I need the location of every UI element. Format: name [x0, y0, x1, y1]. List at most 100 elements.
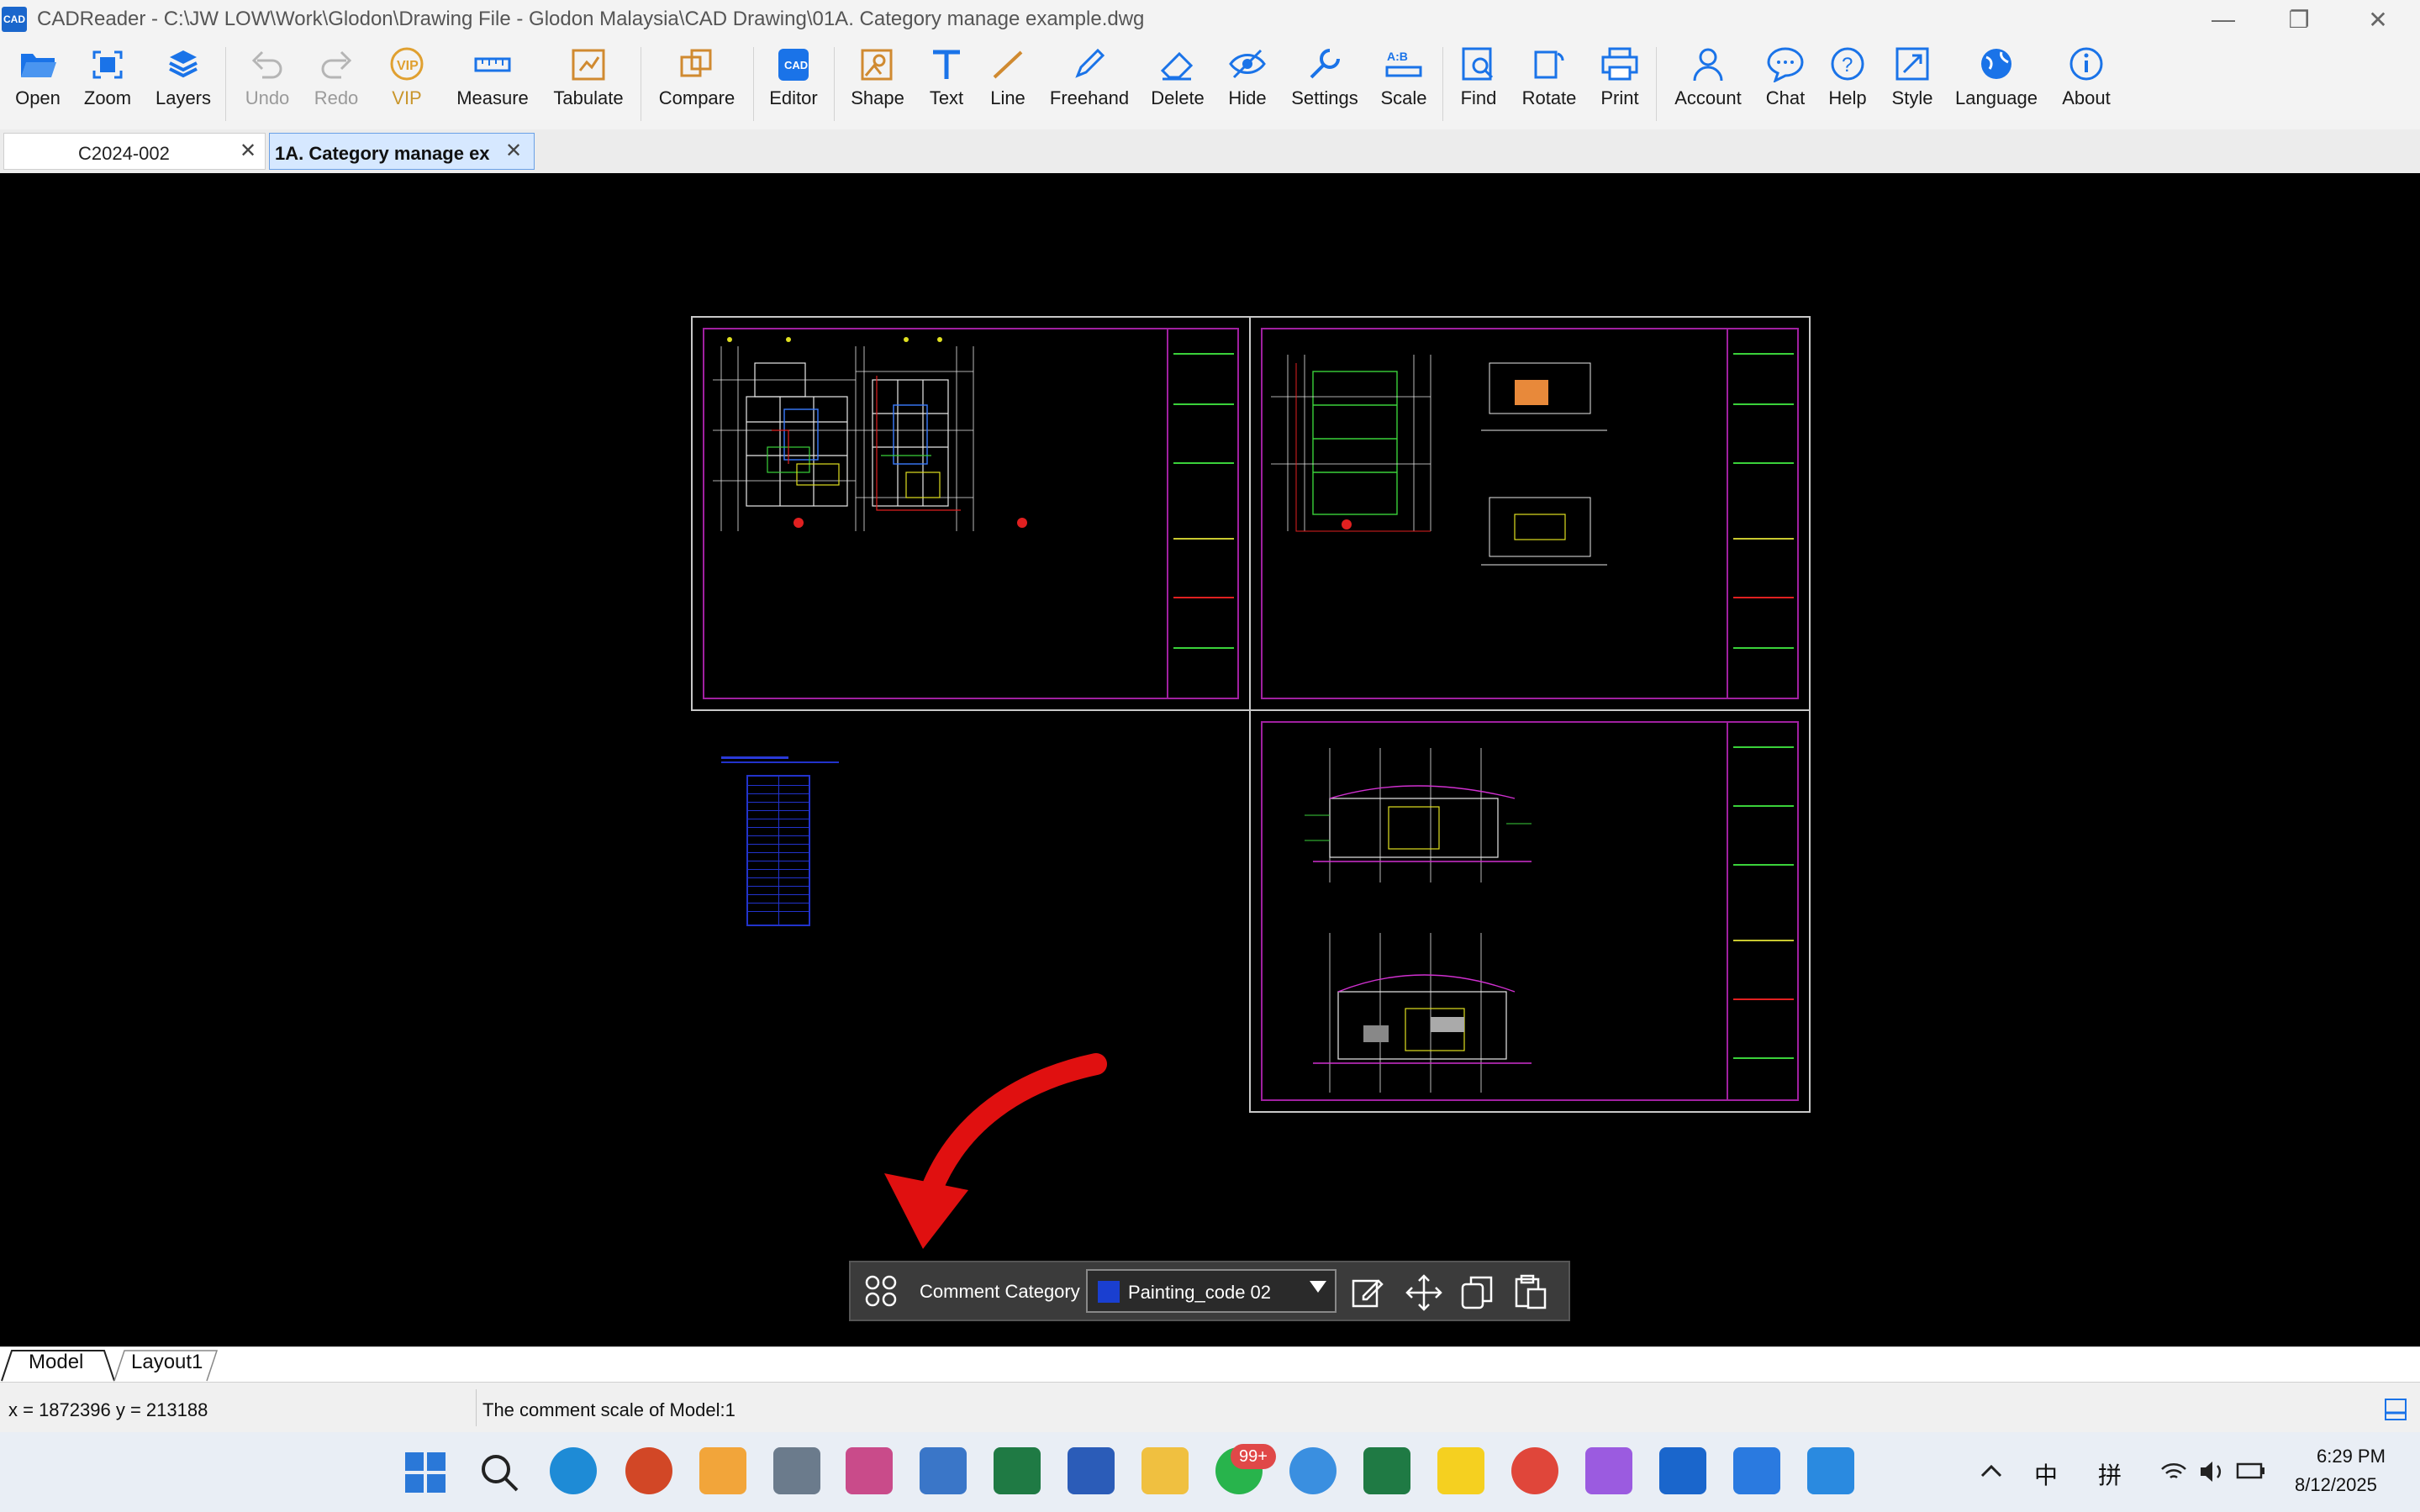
- clock-date[interactable]: 8/12/2025: [2295, 1474, 2377, 1496]
- editor-icon: CAD: [778, 49, 809, 81]
- print-button[interactable]: Print: [1590, 39, 1649, 129]
- freehand-button[interactable]: Freehand: [1042, 39, 1136, 129]
- open-label: Open: [15, 87, 61, 108]
- help-icon: ?: [1831, 47, 1864, 81]
- minimize-button[interactable]: —: [2185, 0, 2261, 39]
- restore-button[interactable]: ❐: [2261, 0, 2337, 39]
- settings-icon: [1310, 49, 1340, 79]
- category-legend-table: [746, 775, 810, 926]
- glodon-app-icon[interactable]: [1733, 1447, 1780, 1494]
- open-button[interactable]: Open: [8, 39, 67, 129]
- chevron-up-icon[interactable]: [1979, 1459, 2004, 1484]
- edge-browser-icon[interactable]: [550, 1447, 597, 1494]
- tab-c2024-002[interactable]: C2024-002 ✕: [3, 133, 266, 170]
- category-table-underline: [721, 761, 839, 763]
- redo-button[interactable]: Redo: [304, 39, 368, 129]
- wifi-icon[interactable]: [2159, 1459, 2189, 1484]
- editor-button[interactable]: CAD Editor: [762, 39, 825, 129]
- window-title: CADReader - C:\JW LOW\Work\Glodon\Drawin…: [37, 8, 1145, 30]
- chat-button[interactable]: Chat: [1758, 39, 1812, 129]
- drawing-sheet-floor-plans: [691, 316, 1251, 711]
- drawing-canvas[interactable]: [0, 173, 2420, 1346]
- measure-label: Measure: [456, 87, 529, 108]
- text-button[interactable]: Text: [916, 39, 977, 129]
- move-icon[interactable]: [1405, 1274, 1442, 1311]
- undo-button[interactable]: Undo: [235, 39, 299, 129]
- style-button[interactable]: Style: [1883, 39, 1942, 129]
- toolbar-separator: [834, 47, 835, 121]
- category-color-swatch: [1098, 1281, 1120, 1303]
- compare-button[interactable]: Compare: [651, 39, 743, 129]
- line-button[interactable]: Line: [978, 39, 1037, 129]
- pinyin-indicator[interactable]: 拼: [2098, 1457, 2122, 1491]
- paste-icon[interactable]: [1513, 1274, 1550, 1311]
- sticky-notes-icon[interactable]: [1437, 1447, 1484, 1494]
- close-window-button[interactable]: ✕: [2340, 0, 2416, 39]
- cadreader-taskbar-icon[interactable]: [1659, 1447, 1706, 1494]
- tab-layout1[interactable]: Layout1: [131, 1351, 203, 1381]
- scale-icon: A:B: [1385, 50, 1422, 77]
- tab-category-manage[interactable]: 1A. Category manage ex ✕: [269, 133, 535, 170]
- rotate-label: Rotate: [1521, 87, 1577, 108]
- project-app-icon[interactable]: [1363, 1447, 1410, 1494]
- account-button[interactable]: Account: [1668, 39, 1748, 129]
- style-label: Style: [1891, 87, 1933, 108]
- notepad-icon[interactable]: [920, 1447, 967, 1494]
- hide-button[interactable]: Hide: [1217, 39, 1278, 129]
- about-button[interactable]: About: [2054, 39, 2118, 129]
- eye-hidden-icon: [1229, 49, 1266, 79]
- close-tab-icon[interactable]: ✕: [505, 139, 522, 163]
- info-icon: [2069, 47, 2103, 81]
- battery-icon[interactable]: [2236, 1459, 2266, 1484]
- search-icon[interactable]: [477, 1451, 521, 1494]
- shape-button[interactable]: Shape: [844, 39, 911, 129]
- vip-label: VIP: [392, 87, 422, 108]
- rotate-button[interactable]: Rotate: [1513, 39, 1585, 129]
- volume-icon[interactable]: [2197, 1459, 2228, 1484]
- toolbar-separator: [225, 47, 226, 121]
- tabulate-button[interactable]: Tabulate: [545, 39, 632, 129]
- layers-button[interactable]: Layers: [150, 39, 217, 129]
- file-explorer-icon[interactable]: [1141, 1447, 1189, 1494]
- chat-app-icon[interactable]: [1289, 1447, 1337, 1494]
- excel-icon[interactable]: [994, 1447, 1041, 1494]
- settings-button[interactable]: Settings: [1284, 39, 1365, 129]
- layers-icon: [169, 50, 198, 78]
- tab-model[interactable]: Model: [29, 1351, 83, 1381]
- text-icon: [933, 50, 960, 79]
- chrome-icon[interactable]: [1511, 1447, 1558, 1494]
- vip-button[interactable]: VIP VIP: [375, 39, 439, 129]
- powerpoint-icon[interactable]: [625, 1447, 672, 1494]
- copy-icon[interactable]: [1459, 1274, 1496, 1311]
- svg-text:CAD: CAD: [784, 59, 808, 71]
- measure-button[interactable]: Measure: [451, 39, 535, 129]
- cad-viewer-app-icon[interactable]: [1807, 1447, 1854, 1494]
- windows-taskbar: 99+ 中 拼 6:29 PM 8/12/2025: [0, 1432, 2420, 1512]
- find-button[interactable]: Find: [1451, 39, 1506, 129]
- windows-start-icon[interactable]: [403, 1451, 447, 1494]
- comment-category-dropdown[interactable]: Painting_code 02: [1086, 1269, 1337, 1313]
- style-icon: [1895, 47, 1929, 81]
- snipping-tool-icon[interactable]: [846, 1447, 893, 1494]
- clock-time[interactable]: 6:29 PM: [2317, 1446, 2386, 1467]
- tabulate-icon: [572, 49, 605, 81]
- language-button[interactable]: Language: [1950, 39, 2043, 129]
- copilot-icon[interactable]: [1585, 1447, 1632, 1494]
- category-grid-icon[interactable]: [862, 1272, 899, 1309]
- comment-category-label: Comment Category: [920, 1281, 1080, 1302]
- app-logo-icon: CAD: [2, 7, 27, 32]
- help-button[interactable]: ? Help: [1819, 39, 1876, 129]
- scale-button[interactable]: A:B Scale: [1372, 39, 1436, 129]
- panel-toggle-icon[interactable]: [2384, 1398, 2407, 1421]
- delete-button[interactable]: Delete: [1145, 39, 1210, 129]
- chat-label: Chat: [1765, 87, 1806, 108]
- notification-badge: 99+: [1231, 1444, 1276, 1469]
- ime-mode-indicator[interactable]: 中: [2034, 1457, 2058, 1491]
- calculator-icon[interactable]: [773, 1447, 820, 1494]
- close-tab-icon[interactable]: ✕: [240, 139, 256, 163]
- microsoft-store-icon[interactable]: [699, 1447, 746, 1494]
- status-divider: [476, 1389, 477, 1426]
- zoom-button[interactable]: Zoom: [76, 39, 140, 129]
- edit-comment-icon[interactable]: [1350, 1274, 1387, 1311]
- word-icon[interactable]: [1068, 1447, 1115, 1494]
